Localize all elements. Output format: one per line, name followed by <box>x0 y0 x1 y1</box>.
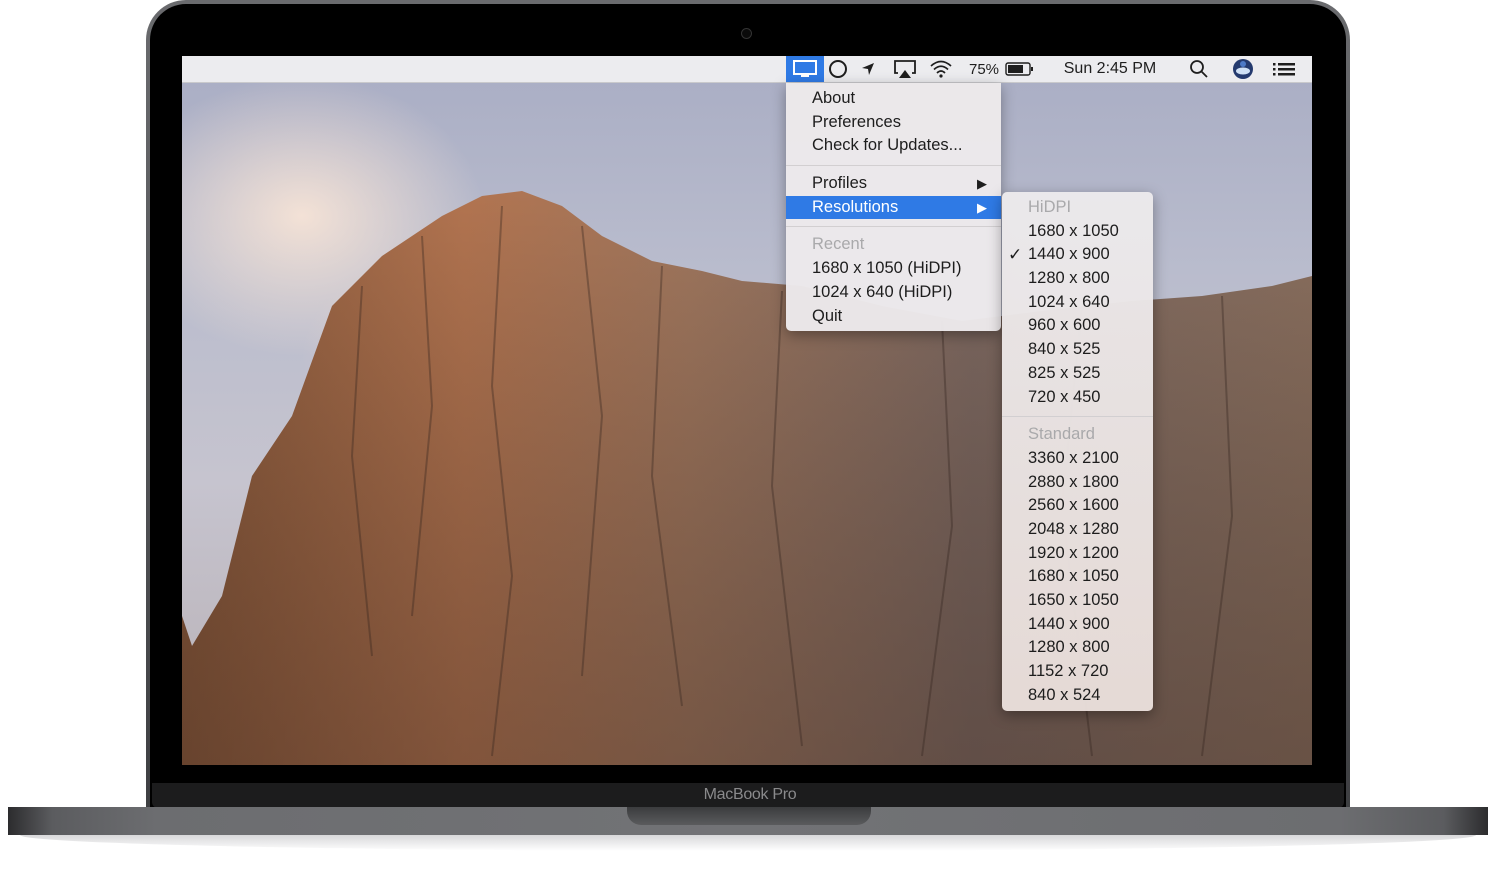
menu-item-profiles[interactable]: Profiles ▶ <box>786 172 1001 196</box>
menu-header-standard: Standard <box>1028 425 1095 444</box>
resolution-item-hidpi[interactable]: 840 x 525 <box>1002 338 1153 362</box>
menu-separator <box>786 165 1001 167</box>
submenu-arrow-icon: ▶ <box>977 176 987 192</box>
wifi-button[interactable] <box>926 56 956 82</box>
user-avatar-button[interactable] <box>1230 56 1256 82</box>
resolution-item-standard[interactable]: 1920 x 1200 <box>1002 542 1153 566</box>
menu-item-preferences[interactable]: Preferences <box>786 111 1001 135</box>
location-arrow-icon <box>862 63 874 75</box>
circle-icon <box>829 60 847 78</box>
battery-percent[interactable]: 75% <box>966 56 1002 82</box>
resolution-item-hidpi[interactable]: 1024 x 640 <box>1002 291 1153 315</box>
camera <box>741 28 752 39</box>
resolution-item-standard[interactable]: 2880 x 1800 <box>1002 471 1153 495</box>
display-icon <box>793 60 817 77</box>
menu-item-recent-1[interactable]: 1680 x 1050 (HiDPI) <box>786 257 1001 281</box>
resolution-item-standard[interactable]: 1650 x 1050 <box>1002 589 1153 613</box>
resolutions-submenu: HiDPI 1680 x 1050 ✓ 1440 x 900 1280 x 800 10… <box>1002 192 1153 712</box>
resolution-item-hidpi[interactable]: 1280 x 800 <box>1002 267 1153 291</box>
resolution-item-standard[interactable]: 1280 x 800 <box>1002 636 1153 660</box>
lid-notch <box>627 807 871 825</box>
menu-item-resolutions[interactable]: Resolutions ▶ <box>786 195 1001 220</box>
menu-item-recent-2[interactable]: 1024 x 640 (HiDPI) <box>786 281 1001 305</box>
resolution-item-hidpi[interactable]: 1680 x 1050 <box>1002 220 1153 244</box>
resolution-item-hidpi[interactable]: ✓ 1440 x 900 <box>1002 243 1153 267</box>
resolution-item-standard[interactable]: 1152 x 720 <box>1002 660 1153 684</box>
notification-center-button[interactable] <box>1270 56 1298 82</box>
menu-header-recent: Recent <box>812 235 865 254</box>
search-icon <box>1190 60 1208 78</box>
submenu-arrow-icon: ▶ <box>977 199 987 215</box>
clock[interactable]: Sun 2:45 PM <box>1052 56 1168 82</box>
screen: 75% Sun 2:45 PM About Preferences Check … <box>182 56 1312 765</box>
menu-item-check-for-updates[interactable]: Check for Updates... <box>786 134 1001 158</box>
hidpi-resolution-list: 1680 x 1050 ✓ 1440 x 900 1280 x 800 1024 x 6… <box>1002 220 1153 410</box>
airplay-icon <box>894 60 916 78</box>
menu-header-hidpi: HiDPI <box>1028 198 1072 216</box>
list-icon <box>1273 63 1295 76</box>
resolution-item-hidpi[interactable]: 720 x 450 <box>1002 386 1153 410</box>
airplay-button[interactable] <box>890 56 920 82</box>
brand-label: MacBook Pro <box>703 786 797 803</box>
standard-resolution-list: 3360 x 2100 2880 x 1800 2560 x 1600 2048 x … <box>1002 447 1153 708</box>
menu-bar: 75% Sun 2:45 PM <box>182 56 1312 83</box>
resolution-item-standard[interactable]: 1440 x 900 <box>1002 613 1153 637</box>
laptop-base-shadow <box>20 835 1476 851</box>
circle-status-button[interactable] <box>826 56 850 82</box>
checkmark-icon: ✓ <box>1008 245 1023 265</box>
wifi-icon <box>930 60 952 78</box>
resolution-item-standard[interactable]: 2048 x 1280 <box>1002 518 1153 542</box>
spotlight-button[interactable] <box>1186 56 1212 82</box>
display-menu: About Preferences Check for Updates... P… <box>786 83 1001 332</box>
resolution-item-standard[interactable]: 840 x 524 <box>1002 684 1153 708</box>
menu-separator <box>786 226 1001 228</box>
display-menu-button[interactable] <box>786 56 824 82</box>
resolution-item-hidpi[interactable]: 825 x 525 <box>1002 362 1153 386</box>
resolution-item-standard[interactable]: 2560 x 1600 <box>1002 494 1153 518</box>
battery-button[interactable] <box>1004 56 1036 82</box>
resolution-item-standard[interactable]: 1680 x 1050 <box>1002 565 1153 589</box>
menu-item-quit[interactable]: Quit <box>786 305 1001 329</box>
siri-avatar-icon <box>1233 59 1253 79</box>
location-status-button[interactable] <box>856 56 880 82</box>
menu-item-about[interactable]: About <box>786 87 1001 111</box>
resolution-item-standard[interactable]: 3360 x 2100 <box>1002 447 1153 471</box>
resolution-item-hidpi[interactable]: 960 x 600 <box>1002 314 1153 338</box>
menu-separator <box>1002 416 1153 418</box>
battery-icon <box>1005 62 1033 76</box>
